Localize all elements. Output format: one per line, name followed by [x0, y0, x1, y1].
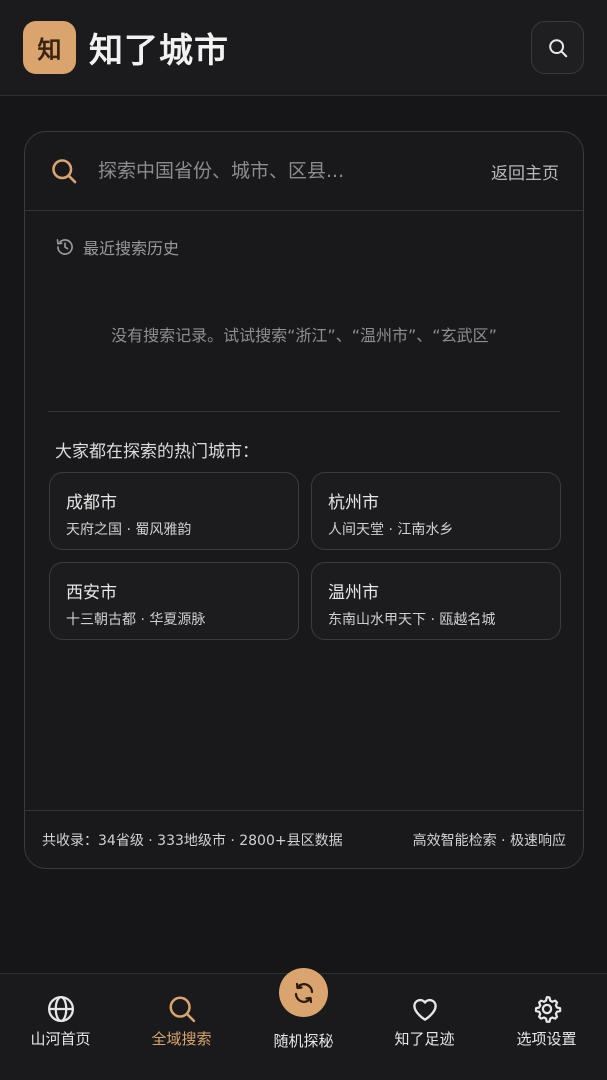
nav-item-search[interactable]: 全域搜索 — [121, 974, 242, 1080]
logo-char: 知 — [37, 36, 62, 64]
panel-footer: 共收录：34省级 · 333地级市 · 2800+县区数据 高效智能检索 · 极… — [25, 810, 583, 868]
nav-label: 山河首页 — [30, 1030, 91, 1048]
city-desc: 天府之国 · 蜀风雅韵 — [66, 522, 192, 538]
hot-city-card[interactable]: 杭州市 人间天堂 · 江南水乡 — [311, 472, 561, 550]
nav-item-random[interactable]: 随机探秘 — [243, 968, 364, 1080]
search-icon — [169, 996, 196, 1023]
coverage-stats: 共收录：34省级 · 333地级市 · 2800+县区数据 — [42, 833, 343, 849]
history-title: 最近搜索历史 — [83, 239, 180, 258]
nav-item-settings[interactable]: 选项设置 — [486, 974, 607, 1080]
back-home-link[interactable]: 返回主页 — [491, 159, 559, 184]
app-root: 知 知了城市 返回主页 最近搜索历史 没有 — [0, 0, 607, 1080]
hot-city-card[interactable]: 西安市 十三朝古都 · 华夏源脉 — [49, 562, 299, 640]
city-name: 温州市 — [328, 583, 379, 603]
city-name: 西安市 — [66, 583, 117, 603]
history-icon — [56, 239, 73, 255]
nav-item-home[interactable]: 山河首页 — [0, 974, 121, 1080]
hot-cities-title: 大家都在探索的热门城市： — [55, 442, 259, 462]
hot-city-card[interactable]: 温州市 东南山水甲天下 · 瓯越名城 — [311, 562, 561, 640]
nav-label: 随机探秘 — [273, 1032, 334, 1050]
city-desc: 人间天堂 · 江南水乡 — [328, 522, 454, 538]
gear-icon — [534, 996, 562, 1023]
search-icon — [548, 38, 567, 57]
section-divider — [48, 411, 560, 412]
nav-label: 全域搜索 — [151, 1030, 212, 1048]
globe-icon — [48, 996, 74, 1022]
history-empty-text: 没有搜索记录。试试搜索“浙江”、“温州市”、“玄武区” — [111, 326, 497, 345]
search-input[interactable] — [98, 160, 491, 182]
search-panel: 返回主页 最近搜索历史 没有搜索记录。试试搜索“浙江”、“温州市”、“玄武区” … — [24, 131, 584, 869]
refresh-icon — [294, 982, 313, 1003]
city-desc: 东南山水甲天下 · 瓯越名城 — [328, 612, 496, 628]
nav-item-footprints[interactable]: 知了足迹 — [364, 974, 485, 1080]
history-header: 最近搜索历史 — [55, 235, 179, 259]
app-title: 知了城市 — [89, 31, 229, 71]
search-icon — [52, 159, 77, 184]
app-logo: 知 — [23, 21, 76, 74]
city-name: 成都市 — [66, 493, 117, 513]
search-bar: 返回主页 — [25, 132, 583, 211]
header-search-button[interactable] — [531, 21, 584, 74]
heart-icon — [413, 998, 437, 1021]
footer-slogan: 高效智能检索 · 极速响应 — [412, 833, 566, 849]
top-header: 知 知了城市 — [0, 0, 607, 96]
random-explore-button[interactable] — [279, 968, 328, 1017]
bottom-nav: 山河首页 全域搜索 随机探秘 知了足迹 选项设置 — [0, 968, 607, 1080]
city-name: 杭州市 — [328, 493, 379, 513]
nav-label: 知了足迹 — [394, 1030, 455, 1048]
hot-city-card[interactable]: 成都市 天府之国 · 蜀风雅韵 — [49, 472, 299, 550]
nav-label: 选项设置 — [516, 1030, 577, 1048]
city-desc: 十三朝古都 · 华夏源脉 — [66, 612, 206, 628]
